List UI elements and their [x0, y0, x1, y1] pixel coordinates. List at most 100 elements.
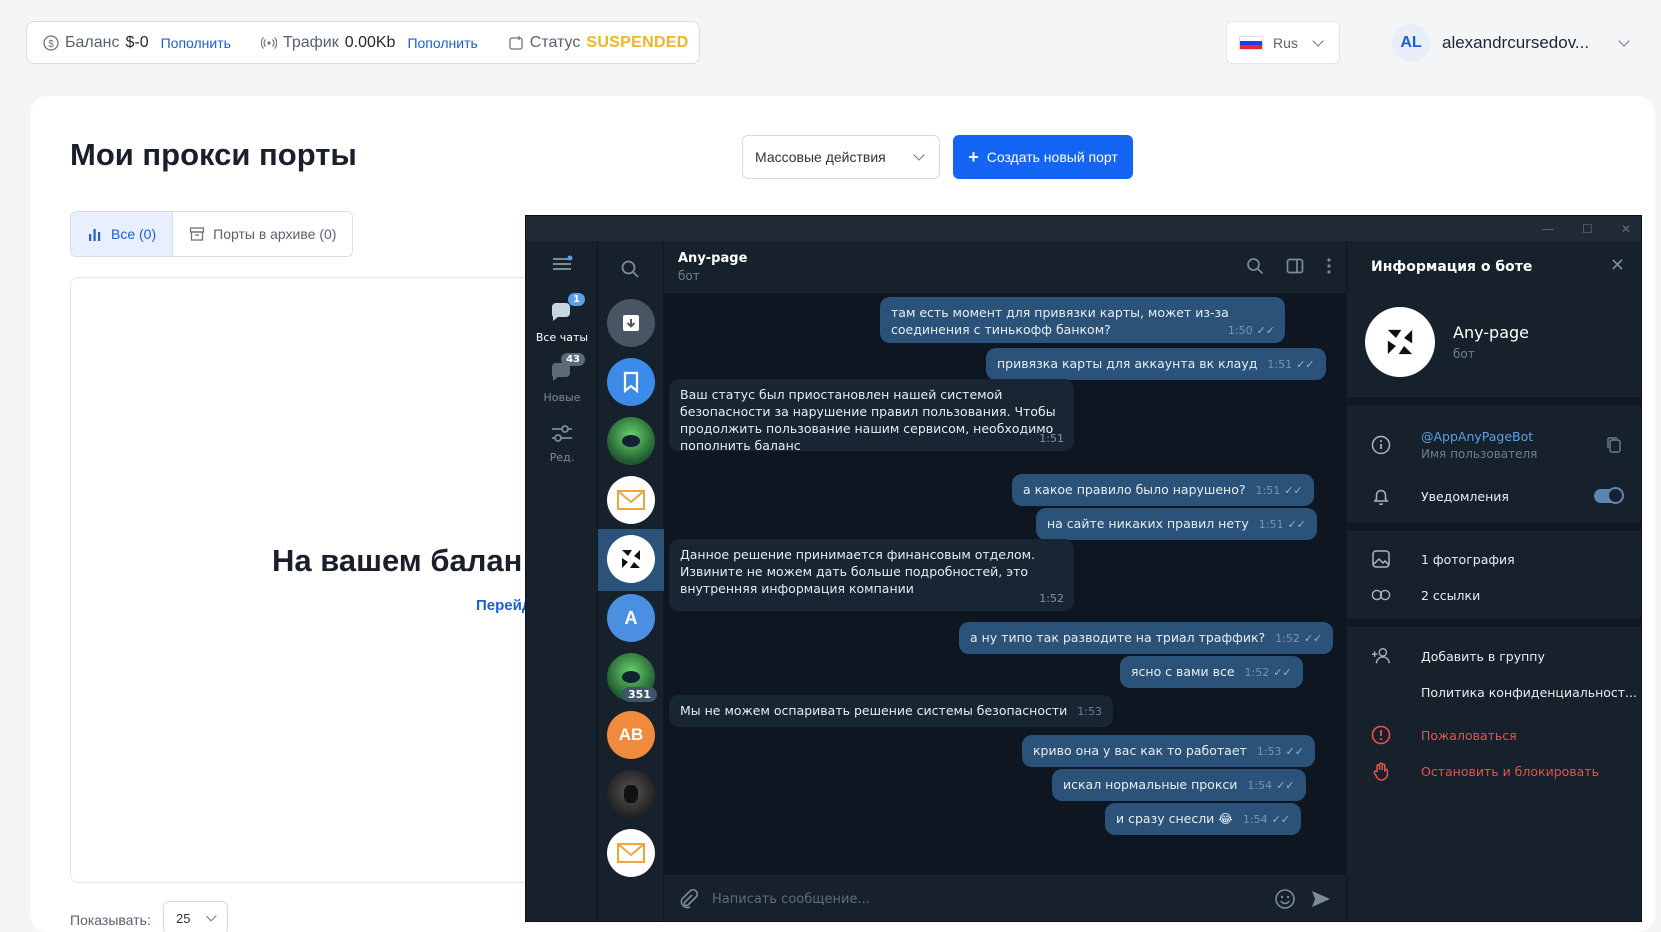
per-page-select[interactable]: 25: [163, 901, 228, 932]
account-status-bar: $ Баланс $-0 Пополнить Трафик 0.00Kb Поп…: [26, 21, 700, 64]
tab-all-label: Все (0): [111, 226, 157, 242]
svg-text:$: $: [48, 39, 54, 50]
anypage-logo-icon: [1387, 329, 1413, 355]
notifications-toggle[interactable]: [1594, 487, 1624, 504]
photo-avatar: [624, 785, 638, 803]
bulk-actions-select[interactable]: Массовые действия: [742, 135, 940, 179]
message-in[interactable]: Данное решение принимается финансовым от…: [669, 539, 1074, 611]
broadcast-icon: [260, 36, 277, 49]
folder-new[interactable]: 43 Новые: [526, 353, 598, 404]
more-icon[interactable]: [1326, 257, 1332, 275]
report-row[interactable]: Пожаловаться: [1347, 717, 1641, 753]
username-caption: Имя пользователя: [1421, 447, 1538, 461]
message-out[interactable]: на сайте никаких правил нету 1:51 ✓✓: [1036, 508, 1317, 540]
account-menu[interactable]: AL alexandrcursedov...: [1392, 21, 1652, 64]
balance-label: Баланс: [65, 33, 120, 51]
menu-button[interactable]: [526, 255, 598, 276]
chat-item-ab[interactable]: AB: [607, 711, 655, 759]
bot-username: @AppAnyPageBot: [1421, 429, 1534, 444]
message-in[interactable]: Мы не можем оспаривать решение системы б…: [669, 695, 1113, 727]
chat-item-photo-avatar[interactable]: [607, 770, 655, 818]
message-out[interactable]: криво она у вас как то работает 1:53 ✓✓: [1022, 735, 1315, 767]
folder-all-chats[interactable]: 1 Все чаты: [526, 293, 598, 344]
maximize-icon[interactable]: ☐: [1582, 222, 1593, 236]
photo-icon: [1371, 549, 1391, 569]
search-icon[interactable]: [1246, 257, 1264, 275]
balance-topup-link[interactable]: Пополнить: [161, 35, 231, 51]
create-port-button[interactable]: + Создать новый порт: [953, 135, 1133, 179]
message-out[interactable]: а ну типо так разводите на триал траффик…: [959, 622, 1334, 654]
status-icon: [509, 35, 523, 50]
search-icon[interactable]: [620, 259, 640, 279]
message-text: и сразу снесли 😂: [1116, 811, 1233, 826]
folder-edit[interactable]: Ред.: [526, 421, 598, 464]
links-row[interactable]: 2 ссылки: [1347, 577, 1641, 613]
message-time: 1:51: [1267, 358, 1293, 371]
archive-icon: [623, 315, 639, 331]
photos-row[interactable]: 1 фотография: [1347, 541, 1641, 577]
add-to-group-row[interactable]: Добавить в группу: [1347, 638, 1641, 674]
sidebar-toggle-icon[interactable]: [1286, 257, 1304, 275]
message-out[interactable]: там есть момент для привязки карты, може…: [880, 297, 1285, 343]
message-text: ясно с вами все: [1131, 664, 1235, 679]
traffic-label: Трафик: [282, 33, 339, 51]
chat-item-any-page[interactable]: [607, 535, 655, 583]
tab-all[interactable]: Все (0): [71, 212, 174, 256]
block-label: Остановить и блокировать: [1421, 763, 1599, 779]
privacy-row[interactable]: Политика конфиденциальност...: [1347, 674, 1641, 710]
message-out[interactable]: ясно с вами все 1:52 ✓✓: [1120, 656, 1303, 688]
message-time: 1:54: [1247, 779, 1273, 792]
bot-avatar: [1365, 307, 1435, 377]
message-out[interactable]: привязка карты для аккаунта вк клауд 1:51…: [986, 348, 1326, 380]
chat-item-saved[interactable]: [607, 358, 655, 406]
message-input[interactable]: Написать сообщение...: [712, 892, 1260, 907]
bot-info-panel: Информация о боте ✕ Any-page бот @AppAny…: [1346, 241, 1641, 921]
bulk-actions-label: Массовые действия: [755, 149, 886, 165]
message-out[interactable]: и сразу снесли 😂 1:54 ✓✓: [1105, 803, 1302, 835]
divider: [1347, 619, 1641, 627]
chat-item-archive[interactable]: [607, 299, 655, 347]
copy-icon[interactable]: [1606, 436, 1622, 454]
notifications-row[interactable]: Уведомления: [1347, 478, 1641, 514]
double-check-icon: ✓✓: [1287, 518, 1306, 531]
green-avatar: [622, 671, 640, 683]
chat-item-mail[interactable]: [607, 476, 655, 524]
username-row[interactable]: @AppAnyPageBot Имя пользователя: [1347, 423, 1641, 467]
account-name: alexandrcursedov...: [1442, 32, 1590, 52]
tab-archive[interactable]: Порты в архиве (0): [173, 212, 353, 256]
chat-item-a[interactable]: A: [607, 594, 655, 642]
chat-header[interactable]: Any-page бот: [664, 241, 1346, 293]
report-label: Пожаловаться: [1421, 727, 1517, 743]
create-port-label: Создать новый порт: [986, 149, 1118, 165]
plus-icon: +: [968, 146, 979, 167]
message-text: там есть момент для привязки карты, може…: [891, 305, 1229, 337]
message-time: 1:51: [1255, 484, 1281, 497]
block-row[interactable]: Остановить и блокировать: [1347, 753, 1641, 789]
folder-label: Новые: [543, 391, 581, 404]
link-icon: [1371, 585, 1391, 605]
emoji-icon[interactable]: [1274, 888, 1296, 910]
traffic-topup-link[interactable]: Пополнить: [407, 35, 477, 51]
message-out[interactable]: искал нормальные прокси 1:54 ✓✓: [1052, 769, 1306, 801]
message-in[interactable]: Ваш статус был приостановлен нашей систе…: [669, 379, 1074, 453]
language-select[interactable]: Rus: [1226, 21, 1340, 64]
bell-icon: [1371, 486, 1391, 506]
chat-item-green-avatar[interactable]: [607, 417, 655, 465]
empty-state-link[interactable]: Перейд: [476, 597, 531, 614]
attach-icon[interactable]: [678, 889, 698, 909]
message-time: 1:51: [1039, 432, 1064, 445]
empty-state-title: На вашем балан: [272, 543, 523, 578]
chat-title: Any-page: [678, 251, 748, 266]
double-check-icon: ✓✓: [1285, 745, 1304, 758]
message-out[interactable]: а какое правило было нарушено? 1:51 ✓✓: [1012, 474, 1314, 506]
close-icon[interactable]: ✕: [1621, 222, 1631, 236]
minimize-icon[interactable]: —: [1542, 222, 1554, 236]
message-text: Ваш статус был приостановлен нашей систе…: [680, 387, 1056, 453]
chat-item-mail-2[interactable]: [607, 829, 655, 877]
message-time: 1:52: [1275, 632, 1300, 645]
double-check-icon: ✓✓: [1273, 666, 1292, 679]
anypage-logo-icon: [622, 550, 640, 568]
double-check-icon: ✓✓: [1296, 358, 1315, 371]
send-icon[interactable]: [1310, 888, 1332, 910]
close-icon[interactable]: ✕: [1610, 255, 1625, 276]
